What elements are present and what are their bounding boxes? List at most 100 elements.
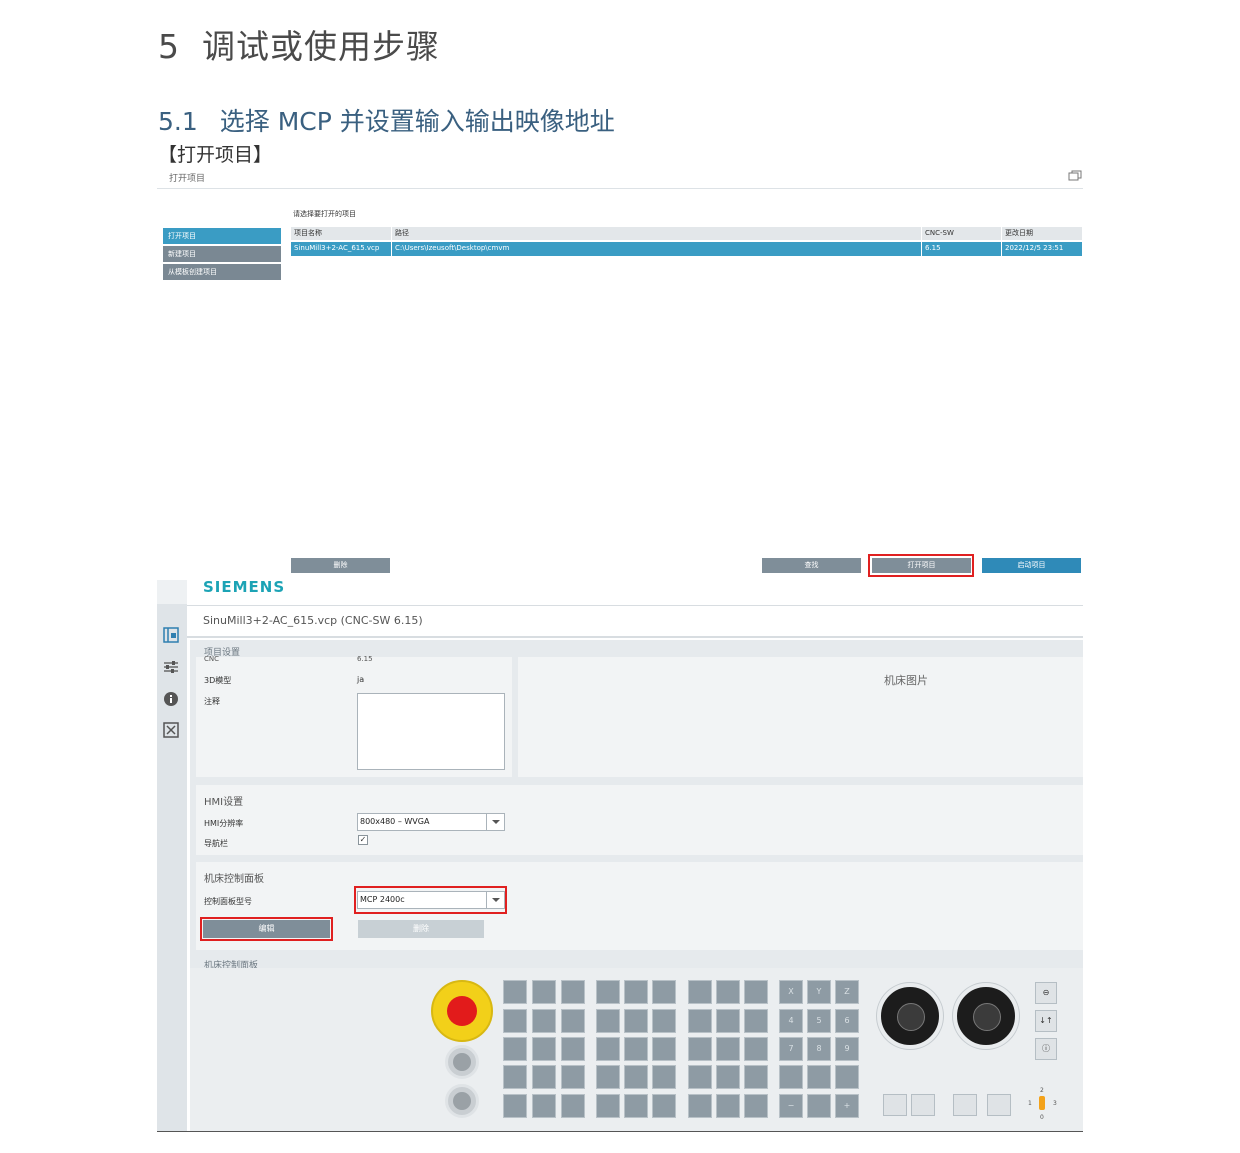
column-header-cnc-sw[interactable]: CNC-SW	[921, 227, 1001, 240]
user-key[interactable]	[652, 1037, 676, 1061]
start-project-button[interactable]: 启动项目	[982, 558, 1081, 573]
table-row[interactable]: SinuMill3+2-AC_615.vcp C:\Users\Izeusoft…	[291, 242, 1082, 256]
key-switch-2[interactable]	[445, 1084, 479, 1118]
spindle-key[interactable]	[911, 1094, 935, 1116]
axis-key-x[interactable]: X	[779, 980, 803, 1004]
axis-key-5[interactable]: 5	[807, 1009, 831, 1033]
rapid-key[interactable]	[807, 1094, 831, 1118]
sidebar-item-new-project[interactable]: 新建项目	[163, 246, 281, 262]
user-key[interactable]	[652, 1009, 676, 1033]
mode-key[interactable]	[503, 1094, 527, 1118]
mode-key[interactable]	[532, 1009, 556, 1033]
mode-key[interactable]	[503, 1037, 527, 1061]
user-key[interactable]	[596, 1009, 620, 1033]
sidebar-item-open-project[interactable]: 打开项目	[163, 228, 281, 244]
user-key[interactable]	[596, 1037, 620, 1061]
column-header-name[interactable]: 项目名称	[291, 227, 391, 240]
mode-key[interactable]	[561, 1094, 585, 1118]
user-key[interactable]	[716, 1009, 740, 1033]
mode-key[interactable]	[532, 980, 556, 1004]
axis-key[interactable]	[807, 1065, 831, 1089]
sidebar-item-from-template[interactable]: 从模板创建项目	[163, 264, 281, 280]
info-icon[interactable]	[163, 691, 179, 707]
mode-key[interactable]	[561, 980, 585, 1004]
emergency-stop-button[interactable]	[447, 996, 477, 1026]
axis-key-minus[interactable]: −	[779, 1094, 803, 1118]
user-key[interactable]	[716, 1037, 740, 1061]
user-key[interactable]	[744, 1094, 768, 1118]
delete-project-button[interactable]: 删除	[291, 558, 390, 573]
settings-sliders-icon[interactable]	[163, 659, 179, 675]
restore-window-icon[interactable]	[1068, 170, 1082, 182]
axis-key-6[interactable]: 6	[835, 1009, 859, 1033]
user-key[interactable]	[596, 1094, 620, 1118]
key-switch-icon[interactable]: 2 1 3 0	[1026, 1084, 1060, 1122]
mode-key[interactable]	[503, 980, 527, 1004]
mcp-settings-title: 机床控制面板	[204, 874, 264, 885]
user-key[interactable]	[652, 1094, 676, 1118]
column-header-path[interactable]: 路径	[391, 227, 921, 240]
chevron-down-icon[interactable]	[486, 814, 504, 830]
title-separator	[157, 188, 1083, 189]
model3d-label: 3D模型	[204, 676, 232, 685]
axis-key-plus[interactable]: +	[835, 1094, 859, 1118]
hmi-resolution-select[interactable]: 800x480 – WVGA	[357, 813, 505, 831]
user-key[interactable]	[716, 1094, 740, 1118]
alarm-cancel-key[interactable]: ⊖	[1035, 982, 1057, 1004]
feed-key[interactable]	[953, 1094, 977, 1116]
user-key[interactable]	[744, 1065, 768, 1089]
user-key[interactable]	[596, 980, 620, 1004]
key-switch-1[interactable]	[445, 1045, 479, 1079]
navbar-checkbox[interactable]: ✓	[358, 835, 368, 845]
mode-key[interactable]	[561, 1037, 585, 1061]
sidebar-top	[157, 580, 187, 604]
project-icon[interactable]	[163, 627, 179, 643]
axis-key-4[interactable]: 4	[779, 1009, 803, 1033]
close-box-icon[interactable]	[163, 722, 179, 738]
column-header-date[interactable]: 更改日期	[1001, 227, 1082, 240]
axis-key[interactable]	[779, 1065, 803, 1089]
mode-key[interactable]	[532, 1065, 556, 1089]
user-key[interactable]	[744, 1037, 768, 1061]
user-key[interactable]	[688, 1094, 712, 1118]
user-key[interactable]	[716, 1065, 740, 1089]
user-key[interactable]	[624, 1094, 648, 1118]
mode-key[interactable]	[532, 1094, 556, 1118]
user-key[interactable]	[624, 1009, 648, 1033]
user-key[interactable]	[624, 1037, 648, 1061]
user-key[interactable]	[596, 1065, 620, 1089]
mode-key[interactable]	[561, 1009, 585, 1033]
mode-key[interactable]	[561, 1065, 585, 1089]
axis-key-9[interactable]: 9	[835, 1037, 859, 1061]
user-key[interactable]	[688, 1009, 712, 1033]
spindle-override-knob[interactable]	[953, 983, 1019, 1049]
user-key[interactable]	[688, 1037, 712, 1061]
channel-key[interactable]: ↓↑	[1035, 1010, 1057, 1032]
axis-key-8[interactable]: 8	[807, 1037, 831, 1061]
axis-key-y[interactable]: Y	[807, 980, 831, 1004]
user-key[interactable]	[624, 1065, 648, 1089]
comment-textarea[interactable]	[357, 693, 505, 770]
axis-key[interactable]	[835, 1065, 859, 1089]
mode-key[interactable]	[532, 1037, 556, 1061]
mode-key[interactable]	[503, 1009, 527, 1033]
feed-key[interactable]	[987, 1094, 1011, 1116]
user-key[interactable]	[716, 980, 740, 1004]
axis-key-z[interactable]: Z	[835, 980, 859, 1004]
browse-button[interactable]: 查找	[762, 558, 861, 573]
user-key[interactable]	[688, 980, 712, 1004]
user-key[interactable]	[652, 980, 676, 1004]
open-project-title: 打开项目	[169, 174, 206, 184]
mcp-delete-button[interactable]: 删除	[358, 920, 484, 938]
section-heading: 5 调试或使用步骤	[158, 20, 440, 68]
spindle-key[interactable]	[883, 1094, 907, 1116]
feed-override-knob[interactable]	[877, 983, 943, 1049]
user-key[interactable]	[652, 1065, 676, 1089]
help-key[interactable]: ⓘ	[1035, 1038, 1057, 1060]
user-key[interactable]	[624, 980, 648, 1004]
axis-key-7[interactable]: 7	[779, 1037, 803, 1061]
mode-key[interactable]	[503, 1065, 527, 1089]
user-key[interactable]	[744, 980, 768, 1004]
user-key[interactable]	[688, 1065, 712, 1089]
user-key[interactable]	[744, 1009, 768, 1033]
